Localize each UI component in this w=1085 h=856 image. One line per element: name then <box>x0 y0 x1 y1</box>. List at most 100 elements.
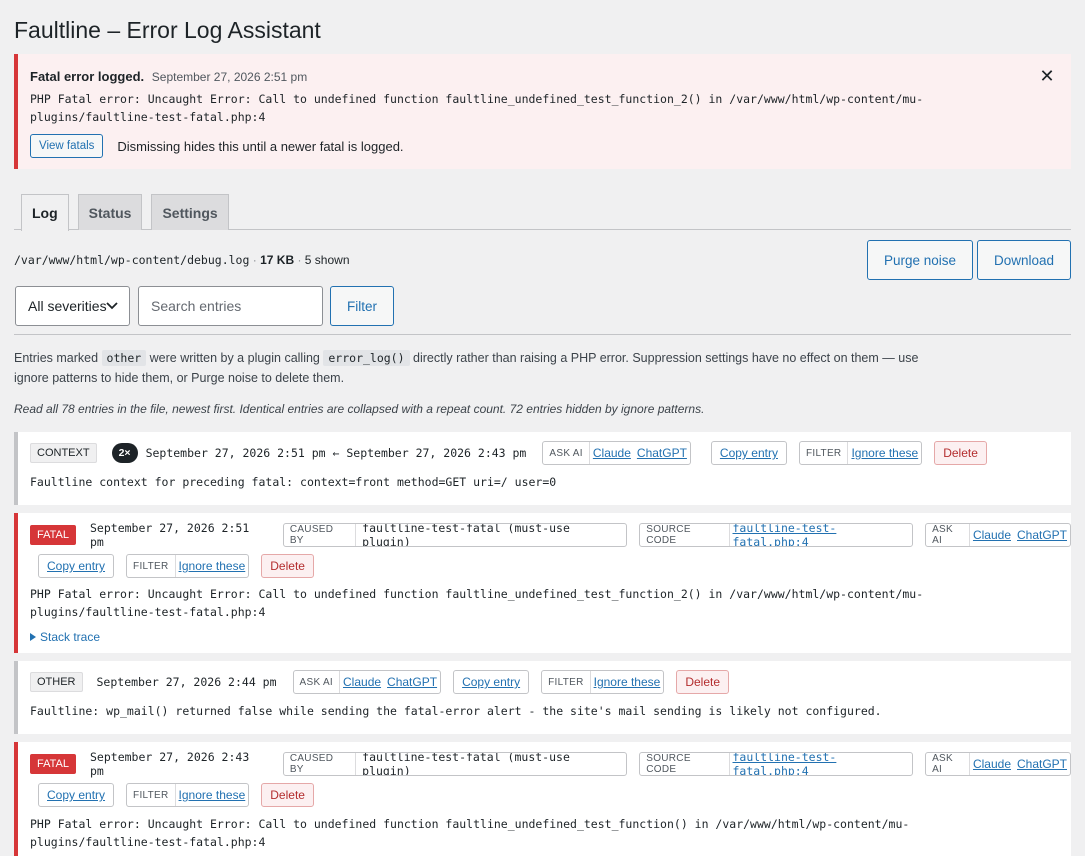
entry-time: September 27, 2026 2:51 pm <box>90 521 250 549</box>
chatgpt-link[interactable]: ChatGPT <box>634 446 690 460</box>
source-file-link[interactable]: faultline-test-fatal.php:4 <box>730 753 913 775</box>
caused-by-label: CAUSED BY <box>284 524 357 546</box>
delete-button[interactable]: Delete <box>261 554 314 578</box>
notice-message: PHP Fatal error: Uncaught Error: Call to… <box>30 92 924 124</box>
filter-label: FILTER <box>127 784 176 806</box>
stack-trace-toggle[interactable]: Stack trace <box>30 630 100 644</box>
filter-group: FILTER Ignore these <box>126 554 250 578</box>
entry-message: Faultline: wp_mail() returned false whil… <box>30 704 882 718</box>
copy-entry-button[interactable]: Copy entry <box>453 670 530 694</box>
entry-message-line: PHP Fatal error: Uncaught Error: Call to… <box>30 817 910 831</box>
ask-ai-group: ASK AI Claude ChatGPT <box>925 752 1072 776</box>
notice-title: Fatal error logged. <box>30 69 145 84</box>
ask-ai-label: ASK AI <box>926 753 970 775</box>
ask-ai-group: ASK AI Claude ChatGPT <box>292 670 442 694</box>
source-code-group: SOURCE CODE faultline-test-fatal.php:4 <box>639 752 914 776</box>
copy-entry-button[interactable]: Copy entry <box>38 783 115 807</box>
severity-badge: OTHER <box>30 672 83 692</box>
severity-select-value: All severities <box>28 298 107 314</box>
ignore-these-link[interactable]: Ignore these <box>176 788 249 802</box>
separator: · <box>297 253 302 267</box>
entry-message: PHP Fatal error: Uncaught Error: Call to… <box>30 815 1030 851</box>
dismiss-note: Dismissing hides this until a newer fata… <box>117 138 404 154</box>
severity-badge: FATAL <box>30 525 76 545</box>
caused-by-value: faultline-test-fatal (must-use plugin) <box>362 752 570 776</box>
source-code-group: SOURCE CODE faultline-test-fatal.php:4 <box>639 523 914 547</box>
log-entry: FATAL September 27, 2026 2:51 pm CAUSED … <box>14 513 1072 653</box>
ignore-these-link[interactable]: Ignore these <box>591 675 664 689</box>
source-code-label: SOURCE CODE <box>640 524 730 546</box>
tab-status[interactable]: Status <box>77 194 143 230</box>
tab-bar: Log Status Settings <box>14 194 1071 231</box>
ask-ai-label: ASK AI <box>926 524 970 546</box>
ignore-these-link[interactable]: Ignore these <box>176 559 249 573</box>
log-entry: CONTEXT 2× September 27, 2026 2:51 pm ← … <box>14 432 1071 505</box>
severity-badge: CONTEXT <box>30 443 97 463</box>
purge-noise-button[interactable]: Purge noise <box>867 240 974 280</box>
divider <box>14 334 1071 335</box>
entry-time: September 27, 2026 2:51 pm ← September 2… <box>145 446 527 460</box>
delete-button[interactable]: Delete <box>261 783 314 807</box>
view-fatals-button[interactable]: View fatals <box>30 134 104 158</box>
caused-by-group: CAUSED BY faultline-test-fatal (must-use… <box>282 752 628 776</box>
error-log-chip: error_log() <box>323 350 410 366</box>
ask-ai-label: ASK AI <box>543 442 590 464</box>
log-entry: FATAL September 27, 2026 2:43 pm CAUSED … <box>14 742 1072 856</box>
shown-count: 5 shown <box>304 253 350 267</box>
info-part: Entries marked <box>14 351 99 365</box>
claude-link[interactable]: Claude <box>970 528 1014 542</box>
info-text: Entries marked other were written by a p… <box>14 348 924 388</box>
triangle-right-icon <box>30 633 36 641</box>
delete-button[interactable]: Delete <box>676 670 730 694</box>
severity-select[interactable]: All severities <box>15 286 130 326</box>
filter-group: FILTER Ignore these <box>541 670 665 694</box>
severity-badge: FATAL <box>30 754 76 774</box>
entry-message: PHP Fatal error: Uncaught Error: Call to… <box>30 585 1030 621</box>
claude-link[interactable]: Claude <box>340 675 384 689</box>
info-part: were written by a plugin calling <box>149 351 320 365</box>
tab-log[interactable]: Log <box>21 194 69 231</box>
entry-message-line: plugins/faultline-test-fatal.php:4 <box>30 835 266 849</box>
copy-entry-button[interactable]: Copy entry <box>710 441 787 465</box>
caused-by-group: CAUSED BY faultline-test-fatal (must-use… <box>282 523 628 547</box>
chatgpt-link[interactable]: ChatGPT <box>1014 757 1070 771</box>
filter-button[interactable]: Filter <box>330 286 394 326</box>
entry-time: September 27, 2026 2:43 pm <box>90 750 250 778</box>
claude-link[interactable]: Claude <box>970 757 1014 771</box>
file-info: /var/www/html/wp-content/debug.log · 17 … <box>14 252 350 268</box>
entries-summary: Read all 78 entries in the file, newest … <box>14 402 705 416</box>
log-path: /var/www/html/wp-content/debug.log <box>14 253 250 267</box>
caused-by-label: CAUSED BY <box>284 753 357 775</box>
chevron-down-icon <box>106 302 118 310</box>
ask-ai-group: ASK AI Claude ChatGPT <box>542 441 691 465</box>
ask-ai-label: ASK AI <box>294 671 341 693</box>
entry-message: Faultline context for preceding fatal: c… <box>30 475 557 489</box>
copy-entry-button[interactable]: Copy entry <box>38 554 115 578</box>
source-code-label: SOURCE CODE <box>640 753 730 775</box>
close-icon[interactable]: ✕ <box>1037 66 1057 86</box>
entry-message-line: plugins/faultline-test-fatal.php:4 <box>30 605 266 619</box>
filter-label: FILTER <box>800 442 849 464</box>
entry-message-line: PHP Fatal error: Uncaught Error: Call to… <box>30 587 924 601</box>
search-input[interactable] <box>138 286 323 326</box>
stack-trace-label: Stack trace <box>40 630 101 644</box>
download-button[interactable]: Download <box>977 240 1072 280</box>
page-title: Faultline – Error Log Assistant <box>14 17 321 43</box>
delete-button[interactable]: Delete <box>934 441 987 465</box>
caused-by-value: faultline-test-fatal (must-use plugin) <box>362 523 570 547</box>
log-size: 17 KB <box>260 253 295 267</box>
source-file-link[interactable]: faultline-test-fatal.php:4 <box>730 524 913 546</box>
filter-label: FILTER <box>542 671 591 693</box>
separator: · <box>252 253 257 267</box>
other-chip: other <box>101 350 147 366</box>
chatgpt-link[interactable]: ChatGPT <box>384 675 440 689</box>
chatgpt-link[interactable]: ChatGPT <box>1014 528 1070 542</box>
filter-group: FILTER Ignore these <box>126 783 250 807</box>
filter-label: FILTER <box>127 555 176 577</box>
fatal-notice: Fatal error logged. September 27, 2026 2… <box>14 54 1071 169</box>
entry-time: September 27, 2026 2:44 pm <box>96 675 277 689</box>
tab-settings[interactable]: Settings <box>151 194 229 230</box>
ignore-these-link[interactable]: Ignore these <box>848 446 921 460</box>
repeat-count-badge: 2× <box>111 443 138 463</box>
claude-link[interactable]: Claude <box>590 446 634 460</box>
